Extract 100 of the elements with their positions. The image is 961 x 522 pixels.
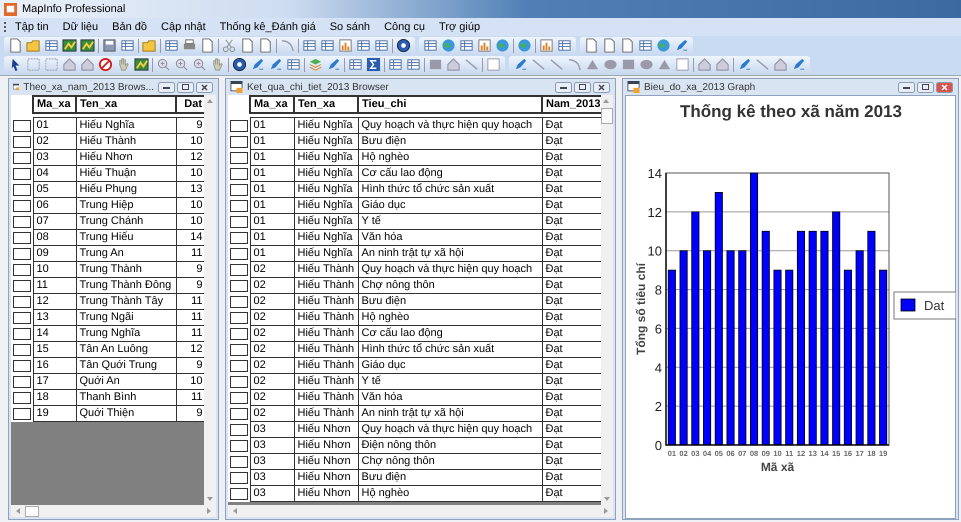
close-button[interactable] — [593, 82, 610, 92]
table-icon[interactable] — [164, 38, 179, 53]
minimize-button[interactable] — [555, 82, 572, 92]
pen-icon[interactable] — [268, 57, 283, 72]
maximize-button[interactable] — [177, 82, 194, 92]
table-icon[interactable] — [120, 38, 135, 53]
menu-item[interactable]: Cập nhật — [155, 20, 212, 34]
minimize-button[interactable] — [158, 82, 175, 92]
row-selector[interactable] — [230, 120, 248, 132]
save-icon[interactable] — [102, 38, 117, 53]
zoom-icon[interactable] — [192, 57, 207, 72]
row-selector[interactable] — [230, 376, 248, 388]
bar-chart-icon[interactable] — [539, 38, 554, 53]
table-icon[interactable] — [459, 38, 474, 53]
row-selector[interactable] — [230, 360, 248, 372]
scroll-thumb[interactable] — [601, 108, 613, 124]
table-icon[interactable] — [374, 38, 389, 53]
house-icon[interactable] — [715, 57, 730, 72]
row-selector[interactable] — [230, 264, 248, 276]
column-header[interactable]: Tieu_chi — [358, 96, 542, 113]
minimize-button[interactable] — [898, 82, 915, 92]
row-selector[interactable] — [13, 120, 31, 132]
pen-icon[interactable] — [791, 57, 806, 72]
menu-item[interactable]: Công cụ — [378, 20, 432, 34]
document-icon[interactable] — [8, 38, 23, 53]
pen-icon[interactable] — [674, 38, 689, 53]
document-icon[interactable] — [200, 38, 215, 53]
map-icon[interactable] — [80, 38, 95, 53]
row-selector[interactable] — [230, 344, 248, 356]
menu-item[interactable]: So sánh — [324, 20, 376, 34]
column-header[interactable]: Ma_xa — [250, 96, 294, 113]
row-selector[interactable] — [230, 440, 248, 452]
row-selector[interactable] — [13, 216, 31, 228]
table-icon[interactable] — [348, 57, 363, 72]
row-selector[interactable] — [13, 280, 31, 292]
row-selector[interactable] — [230, 424, 248, 436]
table-icon[interactable] — [286, 57, 301, 72]
pen-icon[interactable] — [250, 57, 265, 72]
row-selector[interactable] — [13, 264, 31, 276]
maximize-button[interactable] — [574, 82, 591, 92]
row-selector[interactable] — [13, 328, 31, 340]
close-button[interactable] — [936, 82, 953, 92]
row-selector[interactable] — [13, 296, 31, 308]
maximize-button[interactable] — [917, 82, 934, 92]
menu-item[interactable]: Dữ liệu — [56, 20, 104, 34]
house-icon[interactable] — [446, 57, 461, 72]
table-icon[interactable] — [423, 38, 438, 53]
table-icon[interactable] — [388, 57, 403, 72]
grip-icon[interactable] — [4, 21, 7, 33]
table-icon[interactable] — [44, 38, 59, 53]
row-selector[interactable] — [230, 232, 248, 244]
row-selector[interactable] — [230, 280, 248, 292]
menu-item[interactable]: Trợ giúp — [433, 20, 486, 34]
row-selector[interactable] — [13, 392, 31, 404]
menu-item[interactable]: Tập tin — [9, 20, 55, 34]
row-selector[interactable] — [230, 456, 248, 468]
no-entry-icon[interactable] — [98, 57, 113, 72]
menu-item[interactable]: Bản đồ — [106, 20, 154, 34]
row-selector[interactable] — [230, 200, 248, 212]
table-icon[interactable] — [406, 57, 421, 72]
house-icon[interactable] — [773, 57, 788, 72]
row-selector[interactable] — [230, 168, 248, 180]
row-selector[interactable] — [230, 152, 248, 164]
document-icon[interactable] — [258, 38, 273, 53]
pen-icon[interactable] — [737, 57, 752, 72]
row-selector[interactable] — [230, 216, 248, 228]
document-icon[interactable] — [620, 38, 635, 53]
row-selector[interactable] — [13, 152, 31, 164]
horizontal-scrollbar[interactable] — [11, 505, 216, 517]
row-selector[interactable] — [230, 248, 248, 260]
layers-icon[interactable] — [308, 57, 323, 72]
row-selector[interactable] — [230, 408, 248, 420]
row-selector[interactable] — [13, 248, 31, 260]
row-selector[interactable] — [230, 472, 248, 484]
row-selector[interactable] — [13, 408, 31, 420]
table-icon[interactable] — [356, 38, 371, 53]
row-selector[interactable] — [230, 488, 248, 500]
bar-chart-icon[interactable] — [338, 38, 353, 53]
zoom-icon[interactable] — [156, 57, 171, 72]
frame-icon[interactable] — [675, 57, 690, 72]
globe-icon[interactable] — [495, 38, 510, 53]
help-icon[interactable] — [396, 38, 411, 53]
table-icon[interactable] — [557, 38, 572, 53]
map-icon[interactable] — [62, 38, 77, 53]
globe-icon[interactable] — [656, 38, 671, 53]
row-selector[interactable] — [230, 328, 248, 340]
row-selector[interactable] — [230, 184, 248, 196]
zoom-icon[interactable] — [174, 57, 189, 72]
row-selector[interactable] — [13, 376, 31, 388]
document-icon[interactable] — [584, 38, 599, 53]
map-icon[interactable] — [134, 57, 149, 72]
globe-icon[interactable] — [517, 38, 532, 53]
document-icon[interactable] — [240, 38, 255, 53]
globe-icon[interactable] — [441, 38, 456, 53]
row-selector[interactable] — [13, 312, 31, 324]
frame-icon[interactable] — [486, 57, 501, 72]
row-selector[interactable] — [230, 136, 248, 148]
column-header[interactable]: Ten_xa — [76, 96, 176, 113]
menu-item[interactable]: Thống kê_Đánh giá — [214, 20, 322, 34]
row-selector[interactable] — [13, 184, 31, 196]
